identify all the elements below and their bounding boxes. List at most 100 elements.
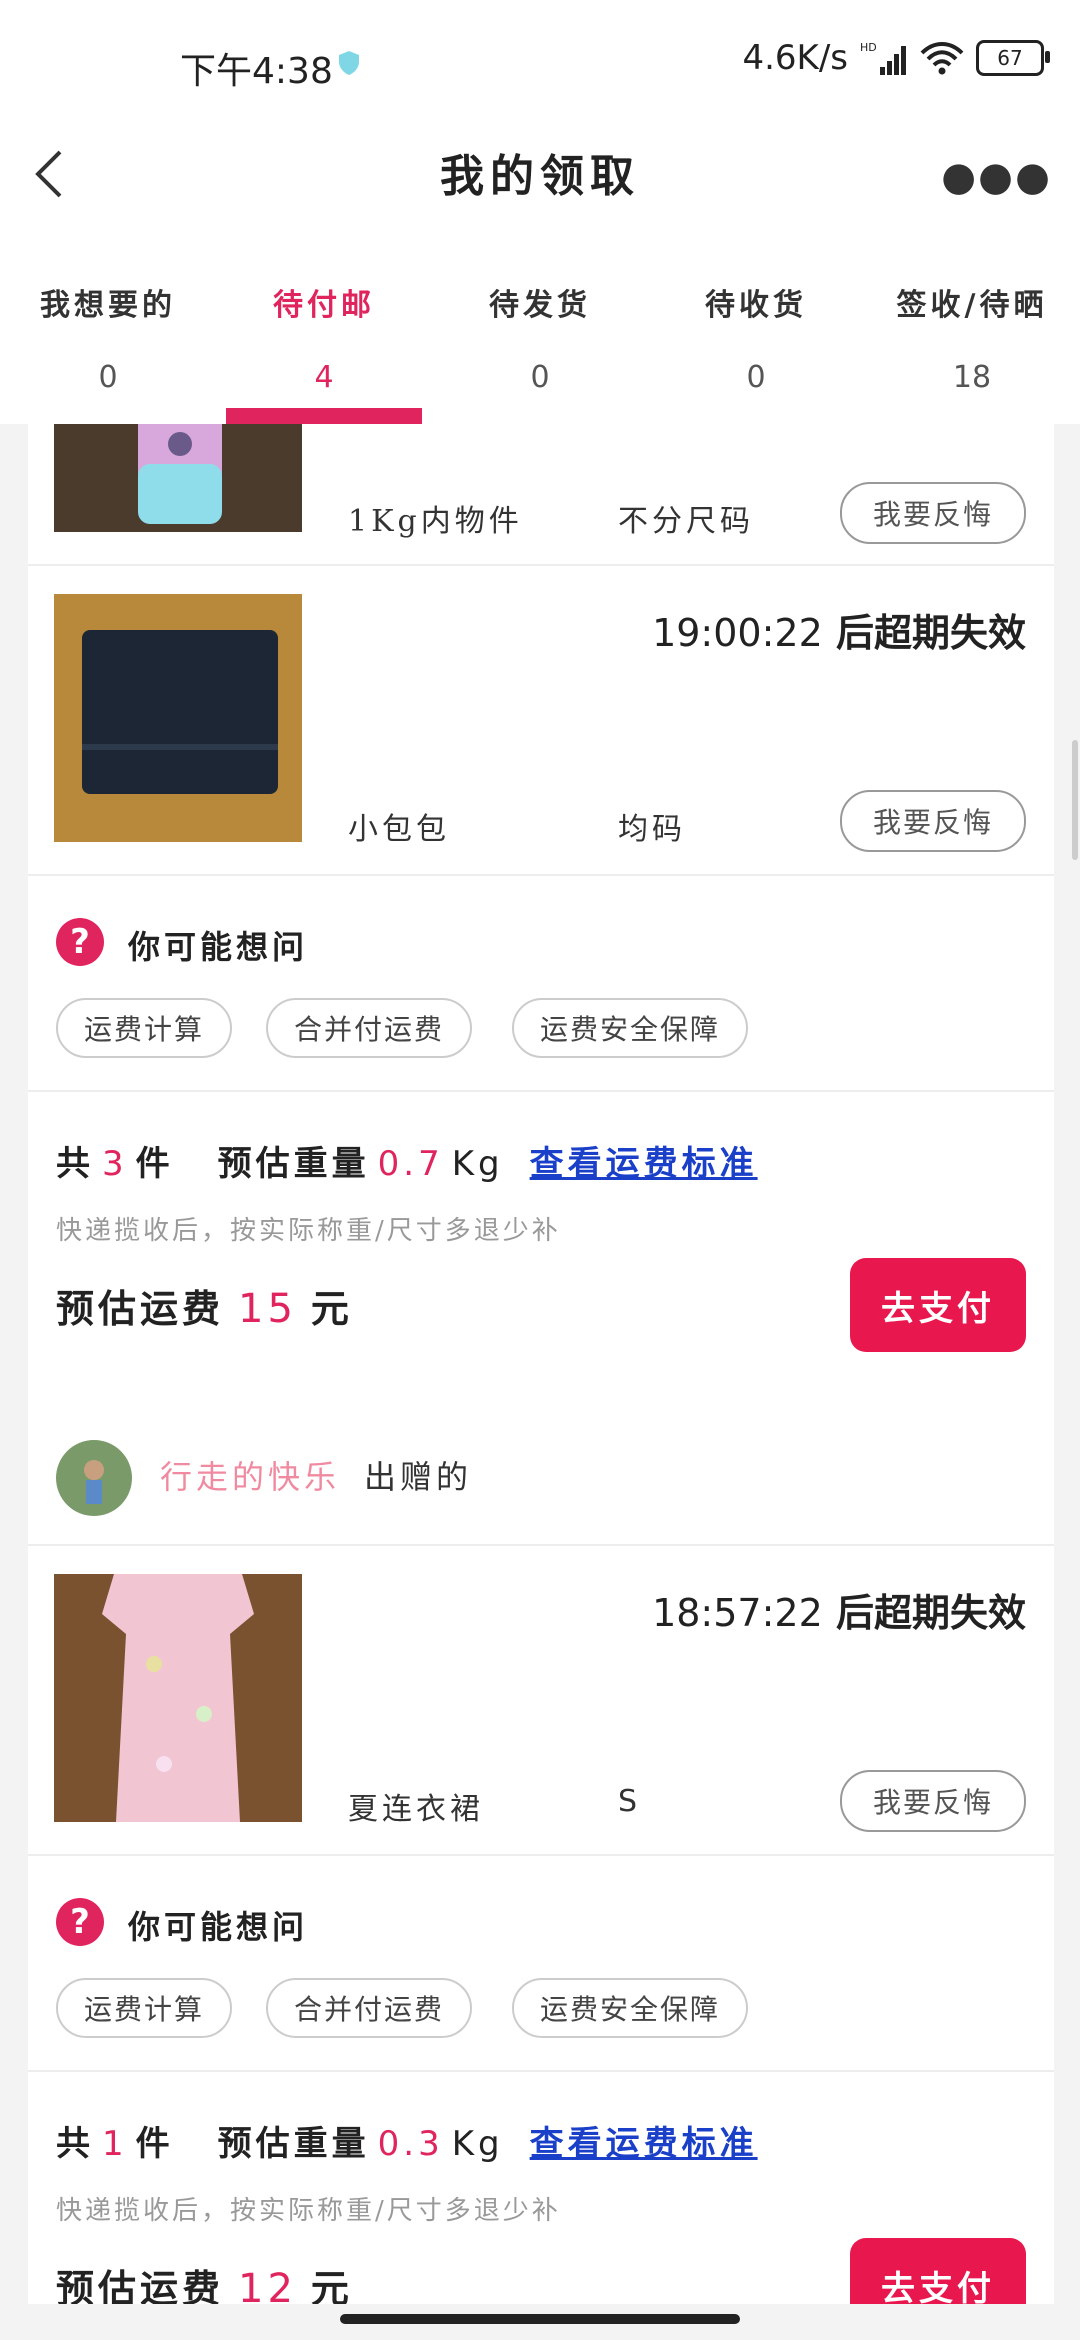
avatar-image <box>56 1440 132 1516</box>
fee-unit: 元 <box>310 1286 353 1331</box>
tab-label: 我想要的 <box>40 288 176 323</box>
weight-label: 预估重量 <box>217 2124 370 2164</box>
wifi-icon <box>920 42 964 75</box>
status-right: 4.6K/s HD 67 <box>742 38 1050 78</box>
status-time: 下午4:38 <box>180 51 333 92</box>
shipping-standard-link[interactable]: 查看运费标准 <box>530 2116 758 2165</box>
tab-count: 0 <box>746 360 766 395</box>
count-unit: 件 <box>135 1144 174 1184</box>
shipping-note: 快递揽收后，按实际称重/尺寸多退少补 <box>56 2196 561 2226</box>
product-name: 小包包 <box>348 812 450 847</box>
product-image[interactable] <box>54 424 302 532</box>
order-status-tabs: 我想要的 0 待付邮 4 待发货 0 待收货 0 签收/待晒 18 <box>0 240 1080 424</box>
giver-name[interactable]: 行走的快乐 <box>160 1452 340 1498</box>
tab-count: 4 <box>314 360 334 395</box>
fee-label: 预估运费 <box>56 1286 225 1331</box>
faq-chip-shipping-calc[interactable]: 运费计算 <box>56 1978 233 2038</box>
order-list[interactable]: 1Kg内物件 不分尺码 我要反悔 19:00:22 后超期失效 小包包 均码 我… <box>0 424 1080 2304</box>
tab-label: 待发货 <box>489 288 591 323</box>
order-summary: 共 1 件 预估重量 0.3 Kg 查看运费标准 快递揽收后，按实际称重/尺寸多… <box>28 2072 1054 2304</box>
tab-label: 待收货 <box>705 288 807 323</box>
product-size: S <box>618 1784 642 1819</box>
order-card: 行走的快乐 出赠的 18:57:22 后超期失效 夏连衣裙 S 我要反悔 ? 你… <box>28 1400 1054 2304</box>
tab-count: 0 <box>98 360 118 395</box>
countdown-suffix: 后超期失效 <box>835 1590 1026 1635</box>
pay-button[interactable]: 去支付 <box>850 1258 1026 1352</box>
order-item: 1Kg内物件 不分尺码 我要反悔 <box>28 424 1054 566</box>
regret-button[interactable]: 我要反悔 <box>840 482 1026 544</box>
faq-chip-merge-postage[interactable]: 合并付运费 <box>266 998 473 1058</box>
product-image[interactable] <box>54 594 302 842</box>
order-item: 18:57:22 后超期失效 夏连衣裙 S 我要反悔 <box>28 1546 1054 1856</box>
item-count: 1 <box>102 2124 128 2164</box>
question-icon: ? <box>56 1898 104 1946</box>
shipping-note: 快递揽收后，按实际称重/尺寸多退少补 <box>56 1216 561 1246</box>
tab-label: 待付邮 <box>273 288 375 323</box>
page-title: 我的领取 <box>440 151 640 202</box>
product-size: 均码 <box>618 812 686 847</box>
avatar[interactable] <box>56 1440 132 1516</box>
fee-value: 15 <box>238 1286 297 1332</box>
network-speed: 4.6K/s <box>742 38 848 78</box>
order-summary: 共 3 件 预估重量 0.7 Kg 查看运费标准 快递揽收后，按实际称重/尺寸多… <box>28 1092 1054 1382</box>
total-prefix: 共 <box>56 2124 94 2164</box>
weight-unit: Kg <box>451 1144 504 1184</box>
giver-row[interactable]: 行走的快乐 出赠的 <box>28 1400 1054 1546</box>
shield-icon <box>339 51 359 75</box>
tab-label: 签收/待晒 <box>896 288 1048 323</box>
faq-section: ? 你可能想问 运费计算 合并付运费 运费安全保障 <box>28 1856 1054 2072</box>
svg-text:HD: HD <box>860 41 877 54</box>
signal-icon: HD <box>860 41 906 75</box>
product-size: 不分尺码 <box>618 504 754 539</box>
summary-line: 共 3 件 预估重量 0.7 Kg 查看运费标准 <box>56 1136 758 1185</box>
weight-label: 预估重量 <box>217 1144 370 1184</box>
faq-title: 你可能想问 <box>128 928 309 966</box>
pay-button[interactable]: 去支付 <box>850 2238 1026 2304</box>
giver-action: 出赠的 <box>364 1458 473 1496</box>
tab-count: 18 <box>952 360 992 395</box>
more-options-icon[interactable]: ●●● <box>941 154 1052 200</box>
weight-value: 0.7 <box>377 1144 444 1184</box>
tab-pending-postage[interactable]: 待付邮 4 <box>216 240 432 424</box>
faq-chip-shipping-calc[interactable]: 运费计算 <box>56 998 233 1058</box>
countdown-timer: 18:57:22 后超期失效 <box>652 1582 1026 1637</box>
faq-title: 你可能想问 <box>128 1908 309 1946</box>
scrollbar[interactable] <box>1072 740 1078 860</box>
product-name: 1Kg内物件 <box>348 504 523 539</box>
tab-pending-receipt[interactable]: 待收货 0 <box>648 240 864 424</box>
count-unit: 件 <box>135 2124 174 2164</box>
product-name: 夏连衣裙 <box>348 1792 484 1827</box>
tab-count: 0 <box>530 360 550 395</box>
product-photo-wallet <box>54 594 302 842</box>
countdown-value: 19:00:22 <box>652 611 823 655</box>
product-photo-bottle <box>54 424 302 532</box>
product-image[interactable] <box>54 1574 302 1822</box>
item-count: 3 <box>102 1144 128 1184</box>
faq-chip-merge-postage[interactable]: 合并付运费 <box>266 1978 473 2038</box>
faq-section: ? 你可能想问 运费计算 合并付运费 运费安全保障 <box>28 876 1054 1092</box>
status-bar: 下午4:38 4.6K/s HD 67 <box>0 0 1080 120</box>
faq-chip-postage-security[interactable]: 运费安全保障 <box>512 998 749 1058</box>
battery-icon: 67 <box>976 40 1050 76</box>
nav-bar: 我的领取 ●●● <box>0 120 1080 240</box>
home-indicator[interactable] <box>340 2314 740 2324</box>
weight-unit: Kg <box>451 2124 504 2164</box>
regret-button[interactable]: 我要反悔 <box>840 1770 1026 1832</box>
faq-chip-postage-security[interactable]: 运费安全保障 <box>512 1978 749 2038</box>
tab-wanted[interactable]: 我想要的 0 <box>0 240 216 424</box>
total-prefix: 共 <box>56 1144 94 1184</box>
tab-pending-shipment[interactable]: 待发货 0 <box>432 240 648 424</box>
countdown-suffix: 后超期失效 <box>835 610 1026 655</box>
summary-line: 共 1 件 预估重量 0.3 Kg 查看运费标准 <box>56 2116 758 2165</box>
active-tab-indicator <box>226 408 422 424</box>
countdown-timer: 19:00:22 后超期失效 <box>652 602 1026 657</box>
order-item: 19:00:22 后超期失效 小包包 均码 我要反悔 <box>28 566 1054 876</box>
fee-unit: 元 <box>310 2266 353 2304</box>
countdown-value: 18:57:22 <box>652 1591 823 1635</box>
battery-level: 67 <box>997 46 1023 70</box>
estimated-fee: 预估运费 12 元 <box>56 2258 353 2304</box>
product-photo-dress <box>54 1574 302 1822</box>
regret-button[interactable]: 我要反悔 <box>840 790 1026 852</box>
shipping-standard-link[interactable]: 查看运费标准 <box>530 1136 758 1185</box>
tab-received[interactable]: 签收/待晒 18 <box>864 240 1080 424</box>
